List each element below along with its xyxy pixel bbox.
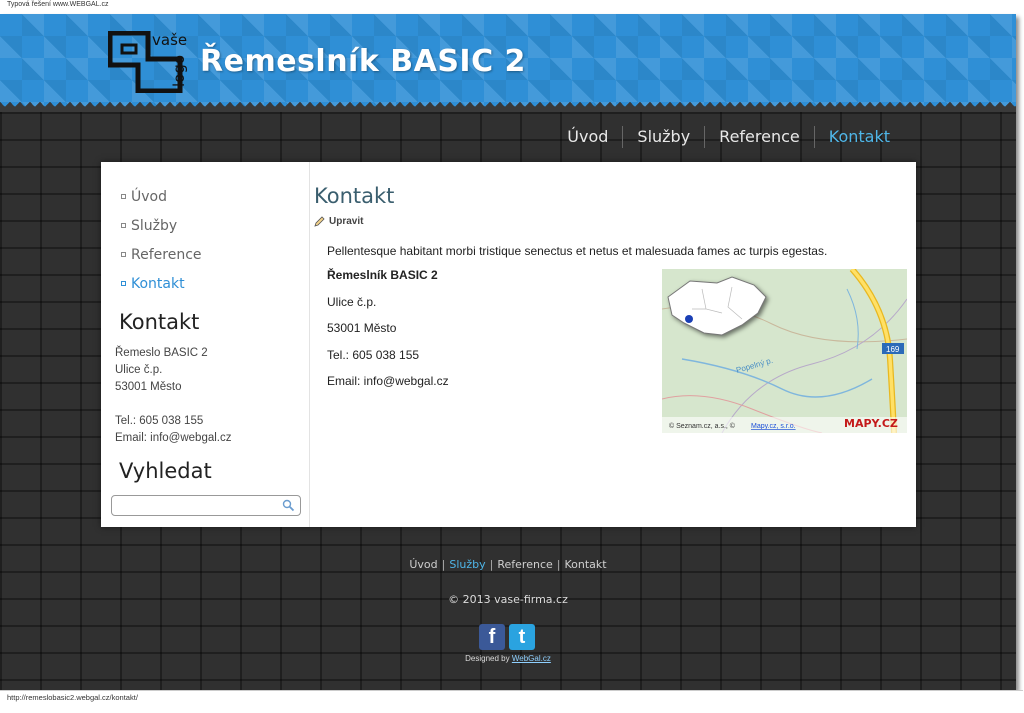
designed-by: Designed by WebGal.cz [0,654,1016,663]
status-bar-url: http://remeslobasic2.webgal.cz/kontakt/ [0,690,1023,707]
sidebar-contact-line: Řemeslo BASIC 2 [115,347,208,359]
main-content: Kontakt Upravit Pellentesque habitant mo… [314,162,914,527]
sidebar-item-label: Reference [131,246,202,263]
search-input[interactable] [111,495,301,516]
map-marker-icon[interactable] [685,315,693,323]
sidebar-item-label: Kontakt [131,275,185,292]
location-map[interactable]: 169 Popelný p. © Seznam.cz, a.s., © Mapy… [662,269,907,433]
site-header: vaše logo Řemeslník BASIC 2 [0,14,1016,112]
sidebar-item-label: Služby [131,217,178,234]
site-title[interactable]: Řemeslník BASIC 2 [200,44,526,79]
map-credit-link[interactable]: Mapy.cz, s.r.o. [751,423,796,430]
city: 53001 Město [327,321,397,335]
content-panel: Úvod Služby Reference Kontakt Kontakt Řemes… [101,162,916,527]
footer-link-1[interactable]: Služby [449,558,485,571]
footer-separator: | [489,558,494,571]
social-links: f t [479,624,535,650]
browser-viewport: vaše logo Řemeslník BASIC 2 Úvod Služby Re… [0,14,1016,690]
designed-by-label: Designed by [465,654,510,663]
sidebar-contact-line [115,396,232,413]
company-name: Řemeslník BASIC 2 [327,268,438,282]
sidebar-contact-line: Ulice č.p. [115,364,163,376]
sidebar: Úvod Služby Reference Kontakt Kontakt Řemes… [101,162,310,527]
top-nav-0[interactable]: Úvod [553,126,622,148]
facebook-icon[interactable]: f [479,624,505,650]
logo-line2: logo [170,55,188,87]
page-caption: Typová řešení www.WEBGAL.cz [0,0,1024,14]
sidebar-menu: Úvod Služby Reference Kontakt [121,182,202,298]
search-icon[interactable] [282,499,295,512]
email: Email: info@webgal.cz [327,374,449,388]
bullet-icon [121,223,126,228]
footer-separator: | [441,558,446,571]
map-road-number: 169 [886,345,900,354]
sidebar-search-title: Vyhledat [119,459,212,483]
logo-icon: vaše logo [107,30,188,94]
top-nav-3[interactable]: Kontakt [813,126,904,148]
address-block: Řemeslník BASIC 2 Ulice č.p. 53001 Město… [327,268,449,401]
edit-button[interactable]: Upravit [314,216,363,227]
sidebar-contact-line: Email: info@webgal.cz [115,432,232,444]
footer-separator: | [556,558,561,571]
twitter-icon[interactable]: t [509,624,535,650]
sidebar-item-1[interactable]: Služby [121,211,202,240]
map-brand-logo[interactable]: MAPY.CZ [844,417,898,430]
bullet-icon [121,194,126,199]
bullet-icon [121,281,126,286]
footer-navigation: Úvod | Služby | Reference | Kontakt [0,558,1016,571]
bullet-icon [121,252,126,257]
street: Ulice č.p. [327,294,377,309]
pencil-icon [314,216,325,227]
map-credit: © Seznam.cz, a.s., © [669,422,736,430]
sidebar-contact-line: 53001 Město [115,381,182,393]
page-title: Kontakt [314,184,395,208]
edit-label: Upravit [329,216,364,227]
sidebar-item-3[interactable]: Kontakt [121,269,202,298]
sidebar-item-2[interactable]: Reference [121,240,202,269]
logo-line1: vaše [152,31,187,49]
copyright: © 2013 vase-firma.cz [448,593,568,606]
sidebar-contact-title: Kontakt [119,310,200,334]
footer-link-2[interactable]: Reference [497,558,552,571]
phone: Tel.: 605 038 155 [327,347,420,362]
top-nav-2[interactable]: Reference [704,126,814,148]
sidebar-contact-line: Tel.: 605 038 155 [115,415,204,427]
footer-link-0[interactable]: Úvod [409,558,437,571]
site-logo[interactable]: vaše logo [107,30,188,94]
top-nav-1[interactable]: Služby [622,126,704,148]
intro-text: Pellentesque habitant morbi tristique se… [327,244,828,258]
sidebar-item-label: Úvod [131,188,167,205]
footer-link-3[interactable]: Kontakt [565,558,607,571]
sidebar-item-0[interactable]: Úvod [121,182,202,211]
top-navigation: Úvod Služby Reference Kontakt [553,126,904,148]
sidebar-contact-info: Řemeslo BASIC 2 Ulice č.p. 53001 Město Tel.… [115,345,232,447]
designer-link[interactable]: WebGal.cz [512,654,551,663]
